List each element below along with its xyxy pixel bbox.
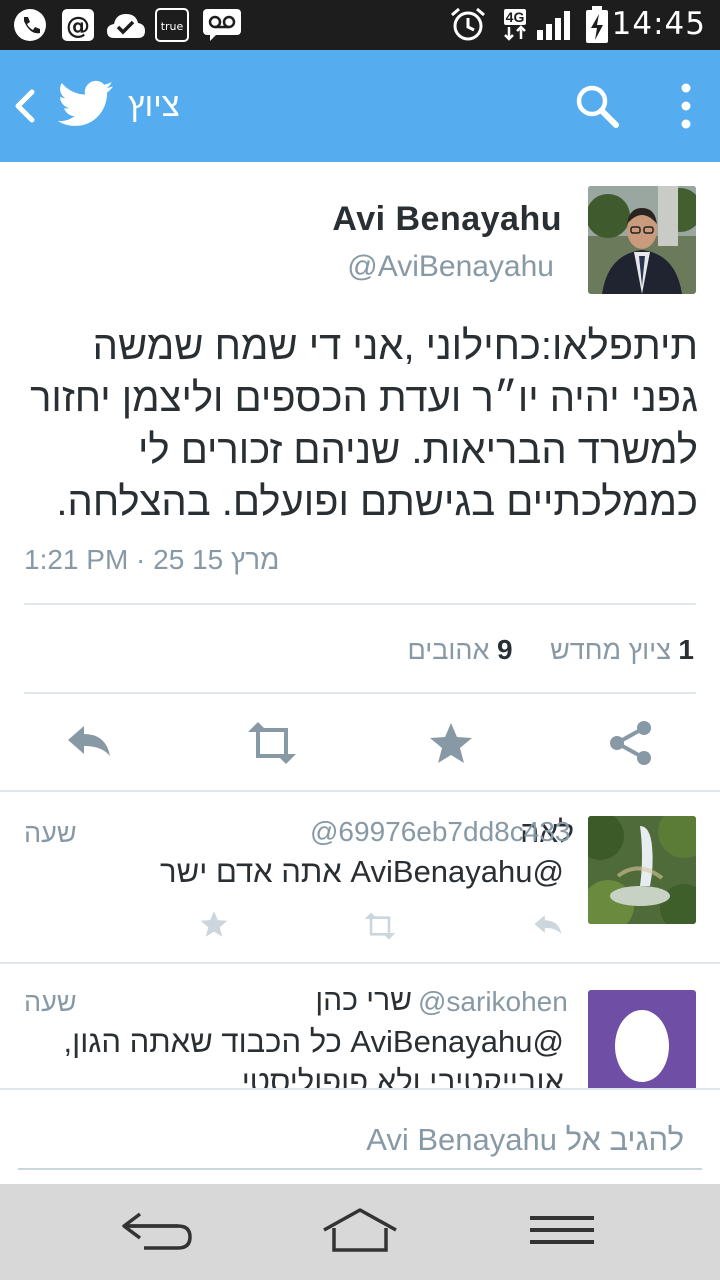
egg-icon <box>615 1010 669 1082</box>
reply-avatar[interactable] <box>588 990 696 1098</box>
more-vertical-icon[interactable] <box>674 82 698 130</box>
share-icon[interactable] <box>606 718 656 768</box>
reply-input[interactable]: להגיב אל Avi Benayahu <box>18 1108 702 1170</box>
tweet-screen: @ true 4G 14:45 ציוץ Avi Benayahu @AviBe… <box>0 0 720 1280</box>
twitter-bird-icon[interactable] <box>57 80 114 130</box>
search-icon[interactable] <box>574 83 620 129</box>
check-cloud-icon <box>106 7 146 43</box>
retweet-label[interactable]: ציוץ מחדש <box>550 635 671 665</box>
true-app-icon: true <box>154 7 190 43</box>
voicemail-icon <box>202 7 242 43</box>
chevron-left-icon[interactable] <box>12 88 38 124</box>
tweet-text-line: למשרד הבריאות. שניהם זכורים לי <box>138 428 698 472</box>
signal-icon <box>534 7 576 43</box>
reply-compose-bar: להגיב אל Avi Benayahu <box>0 1088 720 1184</box>
tweet-text: תיתפלאו:כחילוני ,אני די שמח שמשה גפני יה… <box>22 320 698 528</box>
reply-author-handle[interactable]: @69976eb7dd8c433 <box>310 816 570 848</box>
reply-author-handle[interactable]: @sarikohen <box>418 986 568 1018</box>
home-nav-icon[interactable] <box>320 1206 400 1256</box>
reply-icon[interactable] <box>64 718 114 768</box>
reply-avatar[interactable] <box>588 816 696 924</box>
network-label: 4G <box>503 9 527 25</box>
star-icon[interactable] <box>198 908 230 940</box>
battery-charging-icon <box>584 6 610 43</box>
system-nav-bar <box>0 1184 720 1280</box>
reply-text: @AviBenayahu אתה אדם ישר <box>160 852 564 892</box>
divider <box>24 603 696 605</box>
tweet-text-line: כממלכתיים בגישתם ופועלם. בהצלחה. <box>56 480 698 524</box>
back-nav-icon[interactable] <box>118 1206 198 1256</box>
clock: 14:45 <box>611 6 706 42</box>
page-title: ציוץ <box>128 86 180 123</box>
like-label[interactable]: אהובים <box>407 635 489 665</box>
status-bar: @ true 4G 14:45 <box>0 0 720 50</box>
divider <box>0 962 720 964</box>
divider <box>0 790 720 792</box>
alarm-icon <box>448 7 488 43</box>
divider <box>24 692 696 694</box>
author-avatar[interactable] <box>588 186 696 294</box>
reply-text-line: אובייקטיבי ולא פופוליסטי <box>241 1064 564 1088</box>
retweet-icon[interactable] <box>362 910 398 942</box>
author-handle[interactable]: @AviBenayahu <box>347 250 554 284</box>
phone-icon <box>12 7 48 43</box>
author-name[interactable]: Avi Benayahu <box>332 200 562 239</box>
reply-input-placeholder: להגיב אל Avi Benayahu <box>366 1122 684 1157</box>
reply-author-name[interactable]: שרי כהן <box>315 984 412 1018</box>
like-count[interactable]: 9 <box>497 634 513 665</box>
reply-icon[interactable] <box>532 910 564 942</box>
reply-text-line: @AviBenayahu אתה אדם ישר <box>160 854 564 889</box>
reply-time: שעה <box>24 987 77 1017</box>
retweet-count[interactable]: 1 <box>678 634 694 665</box>
retweet-icon[interactable] <box>244 718 300 768</box>
tweet-stats: 1 ציוץ מחדש 9 אהובים <box>407 634 694 666</box>
tweet-text-line: תיתפלאו:כחילוני ,אני די שמח שמשה <box>92 324 698 368</box>
reply-time: שעה <box>24 818 77 848</box>
reply-text: @AviBenayahu כל הכבוד שאתה הגון, אובייקט… <box>64 1022 564 1088</box>
at-icon: @ <box>60 7 96 43</box>
reply-text-line: @AviBenayahu כל הכבוד שאתה הגון, <box>63 1024 564 1059</box>
svg-text:@: @ <box>66 12 90 40</box>
app-bar: ציוץ <box>0 50 720 162</box>
star-icon[interactable] <box>426 718 476 768</box>
menu-nav-icon[interactable] <box>522 1206 602 1256</box>
true-app-label: true <box>161 20 184 33</box>
tweet-text-line: גפני יהיה יו״ר ועדת הכספים וליצמן יחזור <box>30 376 698 420</box>
tweet-timestamp: 1:21 PM · 25 15 מרץ <box>24 544 280 575</box>
network-type: 4G <box>500 7 530 43</box>
